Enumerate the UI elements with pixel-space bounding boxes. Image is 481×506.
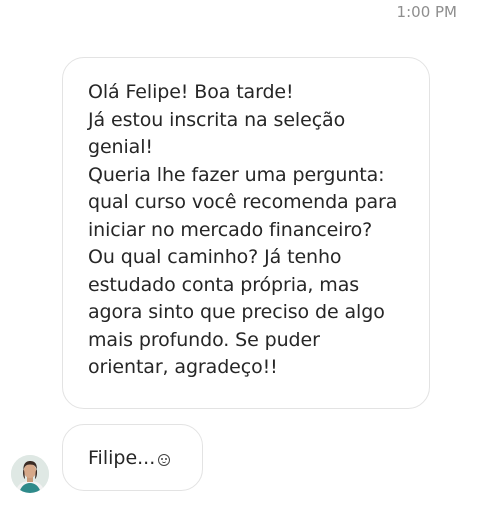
- message-line: Queria lhe fazer uma pergunta:: [88, 163, 385, 186]
- message-line: iniciar no mercado financeiro?: [88, 218, 373, 241]
- message-line: qual curso você recomenda para: [88, 191, 398, 213]
- user-avatar-icon: [11, 455, 49, 493]
- message-line: Ou qual caminho? Já tenho: [88, 246, 342, 268]
- incoming-message-bubble[interactable]: Olá Felipe! Boa tarde! Já estou inscrita…: [62, 57, 430, 409]
- message-line: Já estou inscrita na seleção: [88, 108, 346, 131]
- message-line: agora sinto que preciso de algo: [88, 301, 385, 323]
- message-line: orientar, agradeço!!: [88, 356, 278, 378]
- smiley-emoji-icon: [158, 453, 171, 466]
- reply-text: Filipe...: [88, 446, 156, 469]
- incoming-reply-bubble[interactable]: Filipe...: [62, 424, 203, 491]
- message-line: mais profundo. Se puder: [88, 328, 320, 351]
- message-text: Olá Felipe! Boa tarde! Já estou inscrita…: [88, 79, 405, 382]
- message-line: estudado conta própria, mas: [88, 273, 360, 296]
- message-line: Olá Felipe! Boa tarde!: [88, 81, 294, 103]
- message-timestamp: 1:00 PM: [396, 3, 457, 21]
- avatar[interactable]: [11, 455, 49, 493]
- message-line: genial!: [88, 136, 153, 158]
